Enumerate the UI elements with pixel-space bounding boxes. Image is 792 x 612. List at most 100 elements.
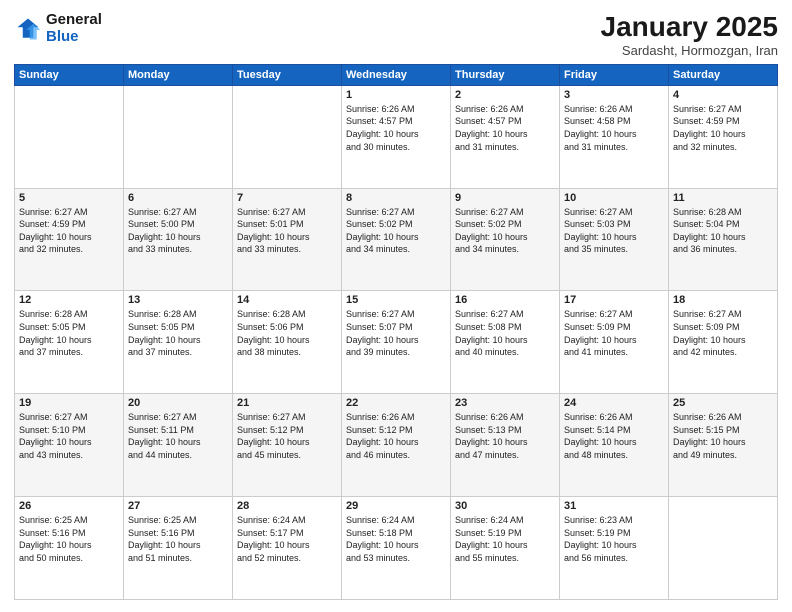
day-info: Sunrise: 6:28 AM Sunset: 5:05 PM Dayligh… — [128, 308, 228, 358]
calendar-cell: 6Sunrise: 6:27 AM Sunset: 5:00 PM Daylig… — [124, 188, 233, 291]
day-info: Sunrise: 6:27 AM Sunset: 4:59 PM Dayligh… — [19, 206, 119, 256]
calendar-week-row: 5 Sunrise: 6:27 AM Sunset: 4:59 PM Daylig… — [15, 188, 778, 291]
logo: General Blue — [14, 12, 102, 45]
calendar-cell: 21 Sunrise: 6:27 AM Sunset: 5:12 PM Dayli… — [233, 394, 342, 497]
day-number: 4 — [673, 89, 773, 101]
day-number: 16 — [455, 294, 555, 306]
day-number: 6 — [128, 192, 228, 204]
calendar-cell: 24 Sunrise: 6:26 AM Sunset: 5:14 PM Dayli… — [560, 394, 669, 497]
calendar-cell: 16 Sunrise: 6:27 AM Sunset: 5:08 PM Dayli… — [451, 291, 560, 394]
weekday-header-saturday: Saturday — [669, 64, 778, 85]
day-number: 21 — [237, 397, 337, 409]
day-number: 29 — [346, 500, 446, 512]
weekday-header-thursday: Thursday — [451, 64, 560, 85]
day-info: Sunrise: 6:24 AM Sunset: 5:18 PM Dayligh… — [346, 514, 446, 564]
day-number: 1 — [346, 89, 446, 101]
day-info: Sunrise: 6:26 AM Sunset: 4:57 PM Dayligh… — [455, 103, 555, 153]
day-number: 14 — [237, 294, 337, 306]
calendar-cell: 30 Sunrise: 6:24 AM Sunset: 5:19 PM Dayli… — [451, 497, 560, 600]
calendar-week-row: 1 Sunrise: 6:26 AM Sunset: 4:57 PM Daylig… — [15, 85, 778, 188]
location-subtitle: Sardasht, Hormozgan, Iran — [601, 43, 778, 58]
day-info: Sunrise: 6:27 AM Sunset: 5:03 PM Dayligh… — [564, 206, 664, 256]
calendar-cell: 25 Sunrise: 6:26 AM Sunset: 5:15 PM Dayli… — [669, 394, 778, 497]
day-info: Sunrise: 6:27 AM Sunset: 5:10 PM Dayligh… — [19, 411, 119, 461]
calendar-table: SundayMondayTuesdayWednesdayThursdayFrid… — [14, 64, 778, 600]
day-number: 24 — [564, 397, 664, 409]
calendar-cell: 7 Sunrise: 6:27 AM Sunset: 5:01 PM Daylig… — [233, 188, 342, 291]
weekday-header-monday: Monday — [124, 64, 233, 85]
day-info: Sunrise: 6:26 AM Sunset: 5:14 PM Dayligh… — [564, 411, 664, 461]
logo-icon — [14, 15, 42, 43]
day-number: 12 — [19, 294, 119, 306]
day-number: 18 — [673, 294, 773, 306]
weekday-header-tuesday: Tuesday — [233, 64, 342, 85]
day-number: 17 — [564, 294, 664, 306]
day-info: Sunrise: 6:28 AM Sunset: 5:05 PM Dayligh… — [19, 308, 119, 358]
day-info: Sunrise: 6:27 AM Sunset: 5:12 PM Dayligh… — [237, 411, 337, 461]
calendar-cell: 19 Sunrise: 6:27 AM Sunset: 5:10 PM Dayli… — [15, 394, 124, 497]
calendar-cell: 9Sunrise: 6:27 AM Sunset: 5:02 PM Daylig… — [451, 188, 560, 291]
day-info: Sunrise: 6:28 AM Sunset: 5:06 PM Dayligh… — [237, 308, 337, 358]
weekday-header-row: SundayMondayTuesdayWednesdayThursdayFrid… — [15, 64, 778, 85]
calendar-cell — [233, 85, 342, 188]
day-number: 11 — [673, 192, 773, 204]
calendar-cell: 10 Sunrise: 6:27 AM Sunset: 5:03 PM Dayli… — [560, 188, 669, 291]
day-number: 5 — [19, 192, 119, 204]
calendar-cell: 18 Sunrise: 6:27 AM Sunset: 5:09 PM Dayli… — [669, 291, 778, 394]
day-info: Sunrise: 6:24 AM Sunset: 5:17 PM Dayligh… — [237, 514, 337, 564]
weekday-header-sunday: Sunday — [15, 64, 124, 85]
day-number: 31 — [564, 500, 664, 512]
calendar-cell: 26Sunrise: 6:25 AM Sunset: 5:16 PM Dayli… — [15, 497, 124, 600]
calendar-cell — [669, 497, 778, 600]
page: General Blue January 2025 Sardasht, Horm… — [0, 0, 792, 612]
day-info: Sunrise: 6:27 AM Sunset: 5:07 PM Dayligh… — [346, 308, 446, 358]
day-number: 25 — [673, 397, 773, 409]
calendar-cell: 13 Sunrise: 6:28 AM Sunset: 5:05 PM Dayli… — [124, 291, 233, 394]
calendar-cell: 2Sunrise: 6:26 AM Sunset: 4:57 PM Daylig… — [451, 85, 560, 188]
calendar-cell: 22Sunrise: 6:26 AM Sunset: 5:12 PM Dayli… — [342, 394, 451, 497]
day-number: 27 — [128, 500, 228, 512]
calendar-cell: 12 Sunrise: 6:28 AM Sunset: 5:05 PM Dayli… — [15, 291, 124, 394]
day-info: Sunrise: 6:26 AM Sunset: 4:57 PM Dayligh… — [346, 103, 446, 153]
day-info: Sunrise: 6:27 AM Sunset: 5:01 PM Dayligh… — [237, 206, 337, 256]
day-number: 28 — [237, 500, 337, 512]
day-number: 10 — [564, 192, 664, 204]
day-number: 30 — [455, 500, 555, 512]
day-number: 3 — [564, 89, 664, 101]
day-number: 7 — [237, 192, 337, 204]
calendar-week-row: 12 Sunrise: 6:28 AM Sunset: 5:05 PM Dayli… — [15, 291, 778, 394]
title-block: January 2025 Sardasht, Hormozgan, Iran — [601, 12, 778, 58]
weekday-header-wednesday: Wednesday — [342, 64, 451, 85]
calendar-cell: 23 Sunrise: 6:26 AM Sunset: 5:13 PM Dayli… — [451, 394, 560, 497]
logo-text: General Blue — [46, 12, 102, 45]
day-number: 20 — [128, 397, 228, 409]
calendar-cell: 17 Sunrise: 6:27 AM Sunset: 5:09 PM Dayli… — [560, 291, 669, 394]
day-info: Sunrise: 6:26 AM Sunset: 5:12 PM Dayligh… — [346, 411, 446, 461]
calendar-cell: 1 Sunrise: 6:26 AM Sunset: 4:57 PM Daylig… — [342, 85, 451, 188]
day-info: Sunrise: 6:26 AM Sunset: 5:15 PM Dayligh… — [673, 411, 773, 461]
day-number: 8 — [346, 192, 446, 204]
header: General Blue January 2025 Sardasht, Horm… — [14, 12, 778, 58]
calendar-cell: 3Sunrise: 6:26 AM Sunset: 4:58 PM Daylig… — [560, 85, 669, 188]
day-info: Sunrise: 6:27 AM Sunset: 5:09 PM Dayligh… — [673, 308, 773, 358]
day-number: 13 — [128, 294, 228, 306]
day-info: Sunrise: 6:27 AM Sunset: 5:11 PM Dayligh… — [128, 411, 228, 461]
day-info: Sunrise: 6:25 AM Sunset: 5:16 PM Dayligh… — [19, 514, 119, 564]
day-info: Sunrise: 6:27 AM Sunset: 4:59 PM Dayligh… — [673, 103, 773, 153]
day-info: Sunrise: 6:27 AM Sunset: 5:09 PM Dayligh… — [564, 308, 664, 358]
day-info: Sunrise: 6:25 AM Sunset: 5:16 PM Dayligh… — [128, 514, 228, 564]
calendar-cell: 5 Sunrise: 6:27 AM Sunset: 4:59 PM Daylig… — [15, 188, 124, 291]
calendar-cell — [15, 85, 124, 188]
calendar-cell: 28 Sunrise: 6:24 AM Sunset: 5:17 PM Dayli… — [233, 497, 342, 600]
day-info: Sunrise: 6:27 AM Sunset: 5:08 PM Dayligh… — [455, 308, 555, 358]
day-number: 9 — [455, 192, 555, 204]
day-info: Sunrise: 6:26 AM Sunset: 5:13 PM Dayligh… — [455, 411, 555, 461]
day-number: 23 — [455, 397, 555, 409]
calendar-cell — [124, 85, 233, 188]
day-info: Sunrise: 6:24 AM Sunset: 5:19 PM Dayligh… — [455, 514, 555, 564]
calendar-cell: 27 Sunrise: 6:25 AM Sunset: 5:16 PM Dayli… — [124, 497, 233, 600]
day-number: 19 — [19, 397, 119, 409]
weekday-header-friday: Friday — [560, 64, 669, 85]
day-info: Sunrise: 6:28 AM Sunset: 5:04 PM Dayligh… — [673, 206, 773, 256]
day-info: Sunrise: 6:23 AM Sunset: 5:19 PM Dayligh… — [564, 514, 664, 564]
